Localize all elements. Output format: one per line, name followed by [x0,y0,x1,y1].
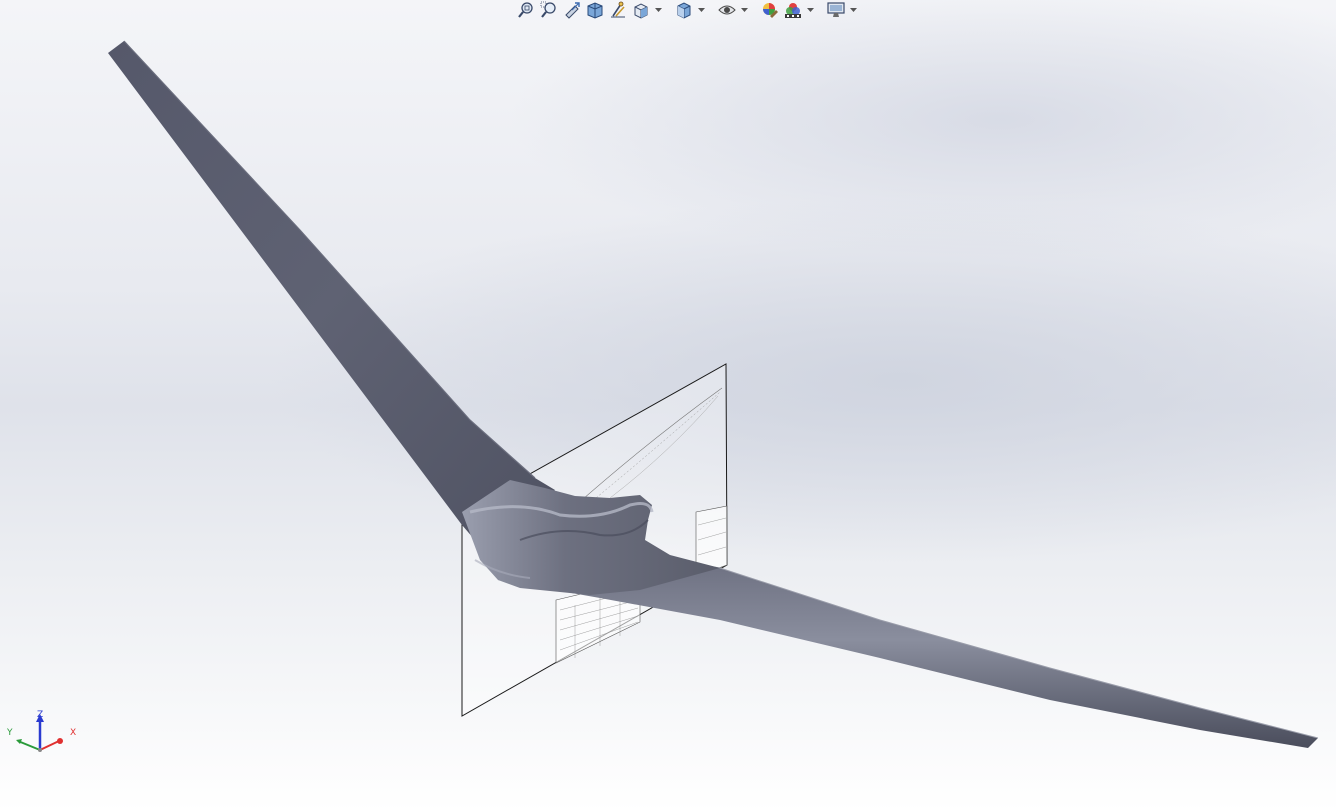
left-wing-body[interactable] [108,40,555,560]
x-axis-label: X [70,728,76,738]
triad-origin [38,748,42,752]
y-axis [17,740,41,751]
model-scene[interactable] [0,0,1336,812]
reference-triad: Z X Y [4,704,84,764]
graphics-viewport[interactable]: Z X Y [0,0,1336,812]
x-axis [39,740,60,751]
x-axis-marker [57,738,63,744]
y-axis-label: Y [6,728,13,738]
z-axis-label: Z [37,710,43,720]
